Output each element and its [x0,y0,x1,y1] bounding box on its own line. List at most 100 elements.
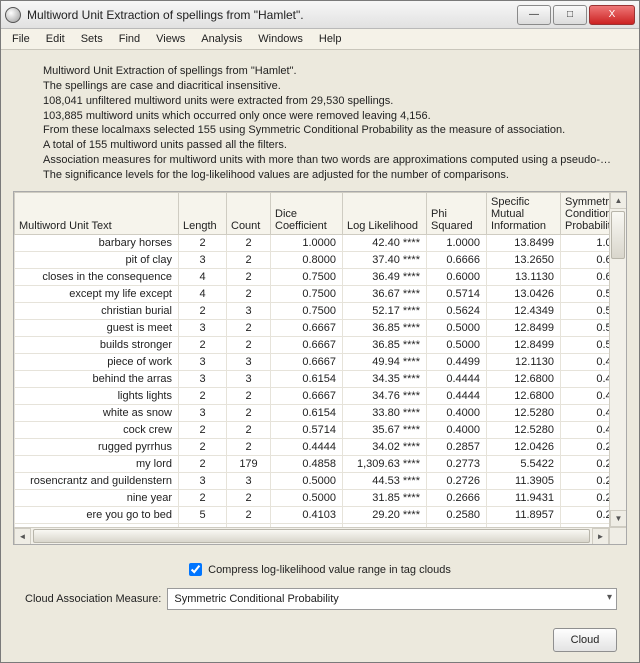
table-cell: 12.6800 [487,387,561,404]
menu-analysis[interactable]: Analysis [194,31,249,47]
table-cell: 0.7500 [271,302,343,319]
table-cell: 2 [227,404,271,421]
cloud-button[interactable]: Cloud [553,628,617,652]
menu-edit[interactable]: Edit [39,31,72,47]
table-cell: 37.40 **** [343,251,427,268]
vscroll-thumb[interactable] [611,211,625,259]
table-row[interactable]: christian burial230.750052.17 ****0.5624… [15,302,628,319]
table-cell: 0.4000 [427,404,487,421]
table-cell: 36.67 **** [343,285,427,302]
hscroll-thumb[interactable] [33,529,590,543]
scroll-right-arrow-icon[interactable]: ► [592,528,609,545]
table-cell: 1.0000 [271,234,343,251]
table-row[interactable]: rosencrantz and guildenstern330.500044.5… [15,472,628,489]
window-buttons: — □ X [515,5,635,25]
table-cell: 12.4349 [487,302,561,319]
table-cell: 2 [179,438,227,455]
table-cell: 12.5280 [487,404,561,421]
hscroll-track[interactable] [31,528,592,544]
table-row[interactable]: behind the arras330.615434.35 ****0.4444… [15,370,628,387]
scroll-left-arrow-icon[interactable]: ◄ [14,528,31,545]
table-cell: 12.5280 [487,421,561,438]
table-cell: lights lights [15,387,179,404]
table-cell: 2 [179,387,227,404]
table-cell: 13.1130 [487,268,561,285]
table-row[interactable]: barbary horses221.000042.40 ****1.000013… [15,234,628,251]
table-row[interactable]: piece of work330.666749.94 ****0.449912.… [15,353,628,370]
table-cell: 2 [179,455,227,472]
table-cell: 2 [227,268,271,285]
table-row[interactable]: cock crew220.571435.67 ****0.400012.5280… [15,421,628,438]
table-cell: 0.4000 [427,421,487,438]
button-row: Cloud [13,622,627,652]
table-row[interactable]: guest is meet320.666736.85 ****0.500012.… [15,319,628,336]
table-row[interactable]: white as snow320.615433.80 ****0.400012.… [15,404,628,421]
table-cell: 36.49 **** [343,268,427,285]
table-cell: 2 [227,489,271,506]
scroll-corner [609,527,626,544]
table-row[interactable]: my lord21790.48581,309.63 ****0.27735.54… [15,455,628,472]
table-cell: 0.7500 [271,285,343,302]
table-cell: 2 [179,421,227,438]
vscroll-track[interactable] [610,209,626,510]
scroll-down-arrow-icon[interactable]: ▼ [610,510,627,527]
close-button[interactable]: X [589,5,635,25]
table-cell: 13.2650 [487,251,561,268]
table-cell: guest is meet [15,319,179,336]
table-row[interactable]: rugged pyrrhus220.444434.02 ****0.285712… [15,438,628,455]
table-row[interactable]: nine year220.500031.85 ****0.266611.9431… [15,489,628,506]
col-count[interactable]: Count [227,192,271,234]
desc-line: Association measures for multiword units… [43,153,617,168]
table-cell: 0.4103 [271,506,343,523]
vertical-scrollbar[interactable]: ▲ ▼ [609,192,626,527]
minimize-button[interactable]: — [517,5,551,25]
table-cell: rosencrantz and guildenstern [15,472,179,489]
maximize-button[interactable]: □ [553,5,587,25]
col-text[interactable]: Multiword Unit Text [15,192,179,234]
compress-checkbox-row: Compress log-likelihood value range in t… [189,563,451,576]
table-row[interactable]: lights lights220.666734.76 ****0.444412.… [15,387,628,404]
menu-file[interactable]: File [5,31,37,47]
table-cell: 0.5000 [427,319,487,336]
table-body: barbary horses221.000042.40 ****1.000013… [15,234,628,545]
menu-windows[interactable]: Windows [251,31,310,47]
titlebar[interactable]: Multiword Unit Extraction of spellings f… [1,1,639,29]
table-row[interactable]: builds stronger220.666736.85 ****0.50001… [15,336,628,353]
table-cell: 0.5624 [427,302,487,319]
col-phi[interactable]: Phi Squared [427,192,487,234]
table-cell: 1.0000 [427,234,487,251]
col-smi[interactable]: Specific Mutual Information [487,192,561,234]
col-dice[interactable]: Dice Coefficient [271,192,343,234]
table-cell: 13.8499 [487,234,561,251]
compress-label: Compress log-likelihood value range in t… [208,564,451,576]
results-table[interactable]: Multiword Unit Text Length Count Dice Co… [14,192,627,545]
table-cell: 11.8957 [487,506,561,523]
app-window: Multiword Unit Extraction of spellings f… [0,0,640,663]
table-row[interactable]: except my life except420.750036.67 ****0… [15,285,628,302]
table-cell: 0.4444 [427,370,487,387]
table-cell: 3 [179,472,227,489]
description-block: Multiword Unit Extraction of spellings f… [13,60,627,183]
table-cell: nine year [15,489,179,506]
table-row[interactable]: pit of clay320.800037.40 ****0.666613.26… [15,251,628,268]
menu-help[interactable]: Help [312,31,349,47]
table-row[interactable]: closes in the consequence420.750036.49 *… [15,268,628,285]
col-loglik[interactable]: Log Likelihood [343,192,427,234]
desc-line: The significance levels for the log-like… [43,168,617,183]
table-row[interactable]: ere you go to bed520.410329.20 ****0.258… [15,506,628,523]
col-length[interactable]: Length [179,192,227,234]
table-cell: 0.6667 [271,353,343,370]
scroll-up-arrow-icon[interactable]: ▲ [610,192,627,209]
table-cell: 2 [227,387,271,404]
compress-checkbox[interactable] [189,563,202,576]
table-cell: 12.1130 [487,353,561,370]
table-cell: 11.9431 [487,489,561,506]
table-cell: 0.5000 [427,336,487,353]
menu-find[interactable]: Find [112,31,147,47]
measure-select[interactable]: Symmetric Conditional Probability [167,588,617,610]
table-cell: 3 [179,353,227,370]
table-cell: 3 [179,319,227,336]
menu-views[interactable]: Views [149,31,192,47]
menu-sets[interactable]: Sets [74,31,110,47]
horizontal-scrollbar[interactable]: ◄ ► [14,527,609,544]
